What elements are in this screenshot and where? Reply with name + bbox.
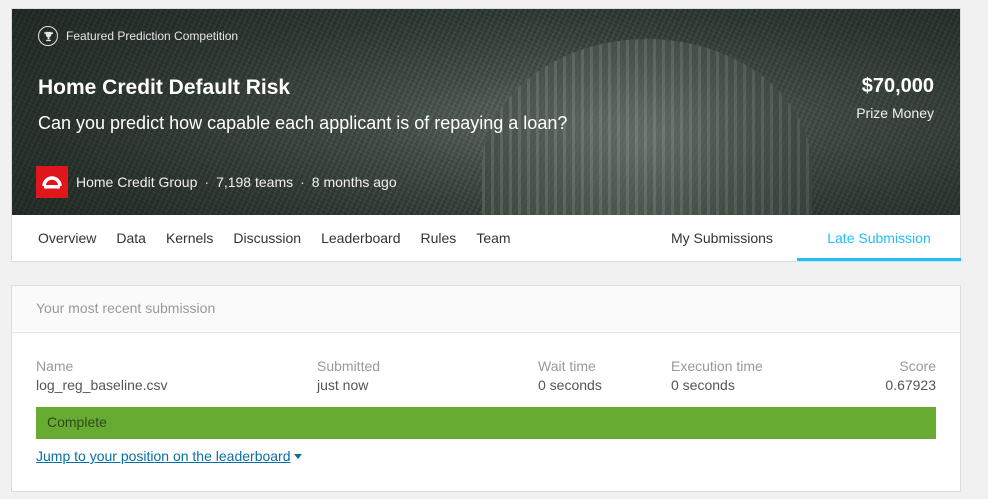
tab-my-submissions[interactable]: My Submissions bbox=[671, 215, 773, 261]
score-column: Score 0.67923 bbox=[885, 358, 936, 393]
name-column-header: Name bbox=[36, 358, 74, 374]
competition-type-label: Featured Prediction Competition bbox=[66, 29, 239, 43]
jump-to-leaderboard-link[interactable]: Jump to your position on the leaderboard bbox=[36, 448, 302, 464]
competition-subtitle: Can you predict how capable each applica… bbox=[38, 113, 568, 133]
tab-late-submission[interactable]: Late Submission bbox=[797, 215, 961, 261]
wait-time-value: 0 seconds bbox=[538, 377, 602, 393]
tab-overview[interactable]: Overview bbox=[12, 215, 106, 261]
submission-card-header: Your most recent submission bbox=[12, 286, 960, 333]
submitted-column: Submitted just now bbox=[317, 358, 380, 393]
submission-file-name: log_reg_baseline.csv bbox=[36, 377, 168, 393]
hero-banner: Featured Prediction Competition Home Cre… bbox=[12, 9, 960, 215]
competition-age: 8 months ago bbox=[311, 174, 397, 190]
prize-amount: $70,000 bbox=[861, 75, 934, 97]
execution-time-column: Execution time 0 seconds bbox=[671, 358, 763, 393]
home-credit-logo[interactable] bbox=[36, 166, 68, 198]
execution-time-value: 0 seconds bbox=[671, 377, 735, 393]
team-count[interactable]: 7,198 teams bbox=[216, 174, 293, 190]
submitted-column-header: Submitted bbox=[317, 358, 381, 374]
separator-dot: · bbox=[204, 174, 210, 190]
competition-title[interactable]: Home Credit Default Risk bbox=[38, 76, 290, 100]
host-name[interactable]: Home Credit Group bbox=[76, 174, 197, 190]
submission-status-bar: Complete bbox=[36, 407, 936, 439]
caret-down-icon[interactable] bbox=[293, 454, 302, 459]
score-value: 0.67923 bbox=[885, 377, 936, 393]
trophy-icon bbox=[38, 26, 58, 46]
tab-data[interactable]: Data bbox=[106, 215, 156, 261]
recent-submission-card: Your most recent submission Name log_reg… bbox=[11, 285, 961, 492]
execution-time-header: Execution time bbox=[671, 358, 763, 374]
submission-name-column: Name log_reg_baseline.csv bbox=[36, 358, 168, 393]
prize-label: Prize Money bbox=[856, 105, 934, 121]
tab-leaderboard[interactable]: Leaderboard bbox=[311, 215, 410, 261]
host-info: Home Credit Group · 7,198 teams · 8 mont… bbox=[36, 166, 397, 198]
score-header: Score bbox=[899, 358, 936, 374]
tab-rules[interactable]: Rules bbox=[411, 215, 467, 261]
tab-team[interactable]: Team bbox=[466, 215, 520, 261]
jump-link-label[interactable]: Jump to your position on the leaderboard bbox=[36, 448, 291, 464]
separator-dot: · bbox=[300, 174, 305, 190]
submitted-time: just now bbox=[317, 377, 369, 393]
wait-time-column: Wait time 0 seconds bbox=[538, 358, 602, 393]
wait-time-header: Wait time bbox=[538, 358, 596, 374]
competition-tabs: Overview Data Kernels Discussion Leaderb… bbox=[12, 215, 961, 261]
tab-kernels[interactable]: Kernels bbox=[156, 215, 223, 261]
competition-type-badge: Featured Prediction Competition bbox=[38, 26, 238, 46]
tab-discussion[interactable]: Discussion bbox=[223, 215, 311, 261]
competition-header-card: Featured Prediction Competition Home Cre… bbox=[11, 8, 961, 262]
